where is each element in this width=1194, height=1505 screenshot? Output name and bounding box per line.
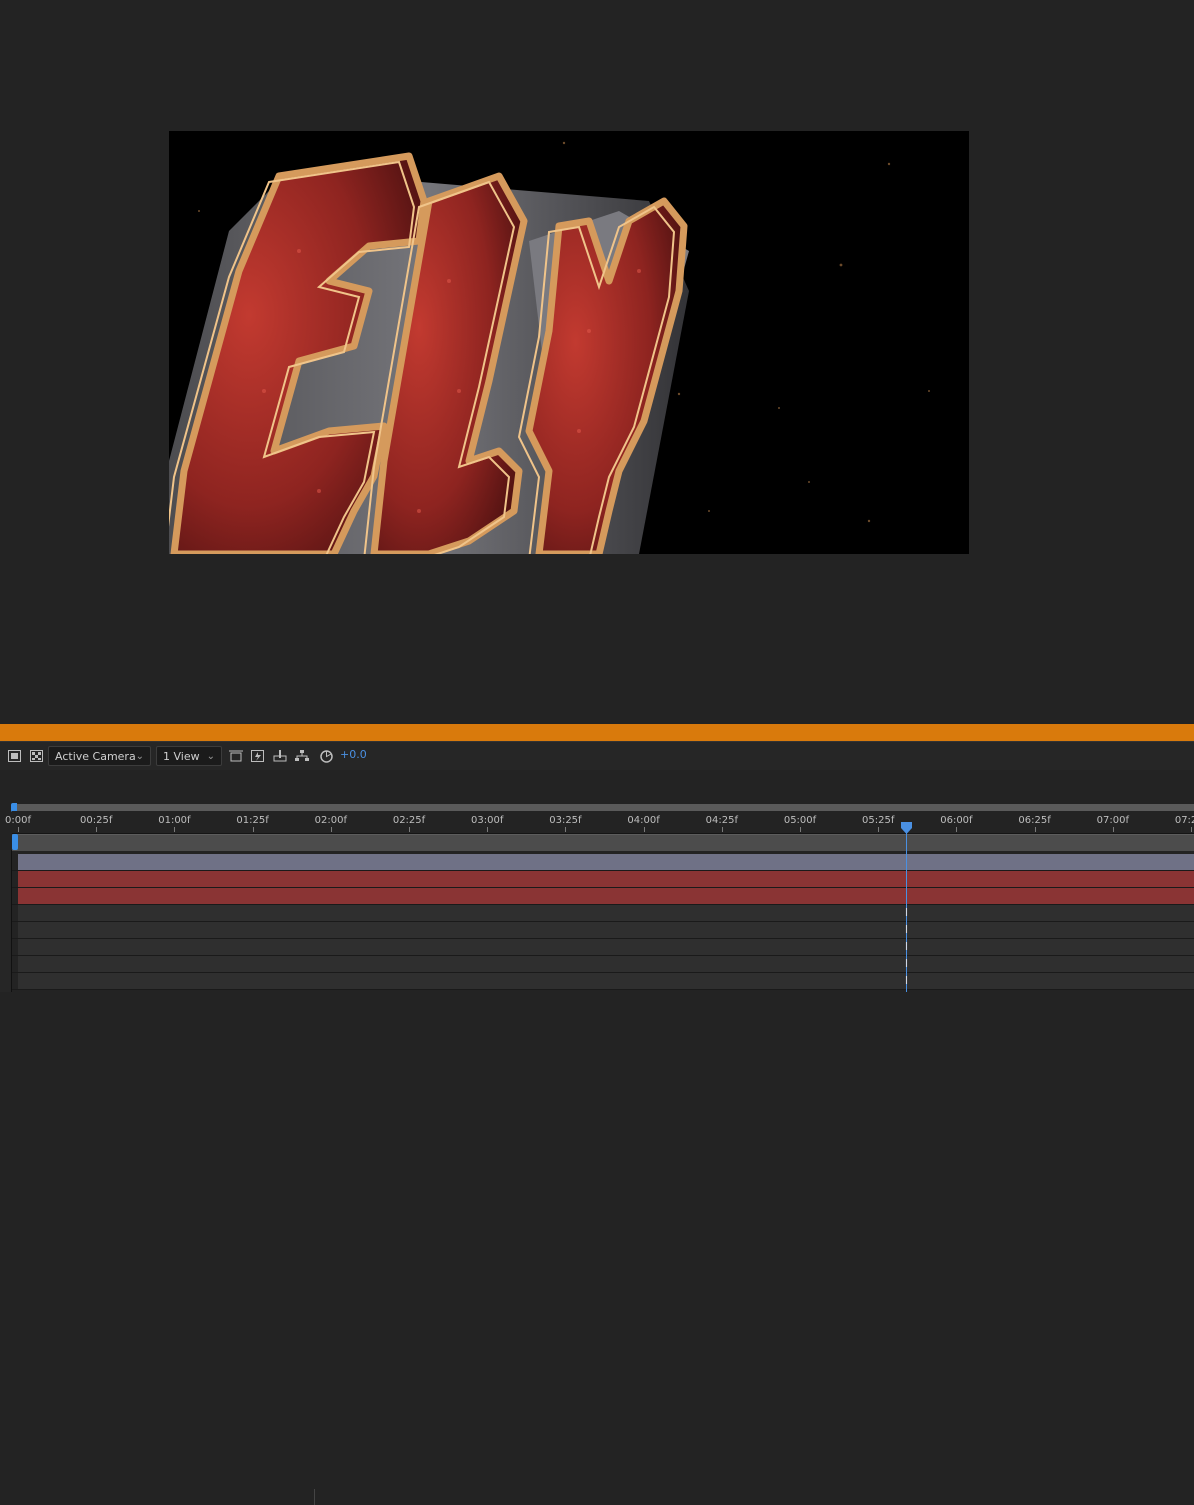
ruler-tick — [878, 827, 880, 832]
ruler-tick — [1112, 827, 1114, 832]
ruler-tick — [643, 827, 645, 832]
view-layout-select[interactable]: 1 View ⌄ — [156, 746, 222, 766]
layer-row[interactable] — [12, 871, 1194, 888]
ruler-label: 06:25f — [1018, 815, 1051, 826]
ruler-label: 04:25f — [705, 815, 738, 826]
chevron-down-icon: ⌄ — [206, 751, 215, 762]
transparency-grid-icon[interactable] — [29, 749, 43, 763]
chevron-down-icon: ⌄ — [135, 751, 144, 762]
layer-row[interactable] — [12, 905, 1194, 922]
layer-duration-bar[interactable] — [18, 905, 1194, 921]
layer-row[interactable] — [12, 922, 1194, 939]
toggle-pixel-aspect-icon[interactable] — [229, 749, 243, 763]
composition-frame[interactable] — [169, 131, 969, 554]
layer-duration-bar[interactable] — [18, 973, 1194, 989]
exposure-value[interactable]: +0.0 — [340, 748, 367, 761]
timeline-toggle-icon[interactable] — [273, 749, 287, 763]
camera-view-select[interactable]: Active Camera ⌄ — [48, 746, 151, 766]
keyframe-marker[interactable]: I — [902, 975, 911, 987]
layer-duration-bar[interactable] — [18, 939, 1194, 955]
layer-duration-bar[interactable] — [18, 888, 1194, 904]
ruler-label: 07:00f — [1096, 815, 1129, 826]
ruler-tick — [487, 827, 489, 832]
ruler-tick — [409, 827, 410, 832]
ruler-tick — [96, 827, 98, 832]
ruler-tick — [565, 827, 567, 832]
playhead-handle[interactable] — [901, 819, 912, 834]
ruler-label: 01:25f — [236, 815, 269, 826]
keyframe-marker[interactable]: I — [902, 941, 911, 953]
ruler-tick — [174, 827, 176, 832]
camera-view-value: Active Camera — [55, 750, 136, 763]
ruler-label: 05:00f — [783, 815, 817, 826]
ruler-label: 04:00f — [627, 815, 660, 826]
layer-row[interactable] — [12, 956, 1194, 973]
composition-viewer[interactable] — [0, 0, 1194, 724]
ruler-tick — [721, 827, 723, 832]
ruler-tick — [800, 827, 801, 832]
work-area-bar[interactable] — [12, 834, 1194, 851]
fast-previews-icon[interactable] — [251, 749, 265, 763]
work-area-start-handle[interactable] — [12, 834, 18, 850]
ruler-tick — [330, 827, 332, 832]
layer-duration-bar[interactable] — [18, 871, 1194, 887]
ruler-label: 01:00f — [158, 815, 191, 826]
ruler-label: 0:00f — [5, 815, 31, 826]
ruler-tick — [252, 827, 254, 832]
viewer-toolbar: Active Camera ⌄ 1 View ⌄ — [0, 741, 1194, 1505]
keyframe-marker[interactable]: I — [902, 924, 911, 936]
ruler-label: 02:00f — [314, 815, 347, 826]
layer-duration-bar[interactable] — [18, 854, 1194, 870]
view-layout-value: 1 View — [163, 750, 200, 763]
ruler-label: 00:25f — [80, 815, 113, 826]
ruler-label: 03:25f — [549, 815, 582, 826]
layer-row[interactable] — [12, 939, 1194, 956]
ruler-tick — [18, 827, 19, 832]
ruler-label: 03:00f — [471, 815, 504, 826]
toolbar-separator — [314, 1489, 315, 1505]
region-of-interest-icon[interactable] — [7, 749, 21, 763]
ruler-label: 07:25f — [1174, 815, 1194, 826]
ruler-label: 06:00f — [940, 815, 973, 826]
layer-gutter — [0, 850, 12, 992]
ruler-label: 02:25f — [392, 815, 426, 826]
layer-duration-bar[interactable] — [18, 956, 1194, 972]
keyframe-marker[interactable]: I — [902, 958, 911, 970]
panel-divider[interactable] — [0, 724, 1194, 741]
keyframe-marker[interactable]: I — [902, 907, 911, 919]
reset-exposure-icon[interactable] — [319, 749, 333, 763]
rendered-3d-text-image — [169, 141, 930, 554]
layer-row[interactable] — [12, 888, 1194, 905]
ruler-tick — [956, 827, 958, 832]
ruler-tick — [1191, 827, 1192, 832]
layer-row[interactable] — [12, 973, 1194, 990]
layer-duration-bar[interactable] — [18, 922, 1194, 938]
ruler-label: 05:25f — [862, 815, 895, 826]
flowchart-icon[interactable] — [295, 749, 309, 763]
time-navigator-bar[interactable] — [12, 804, 1194, 811]
layer-row[interactable] — [12, 854, 1194, 871]
ruler-tick — [1034, 827, 1036, 832]
